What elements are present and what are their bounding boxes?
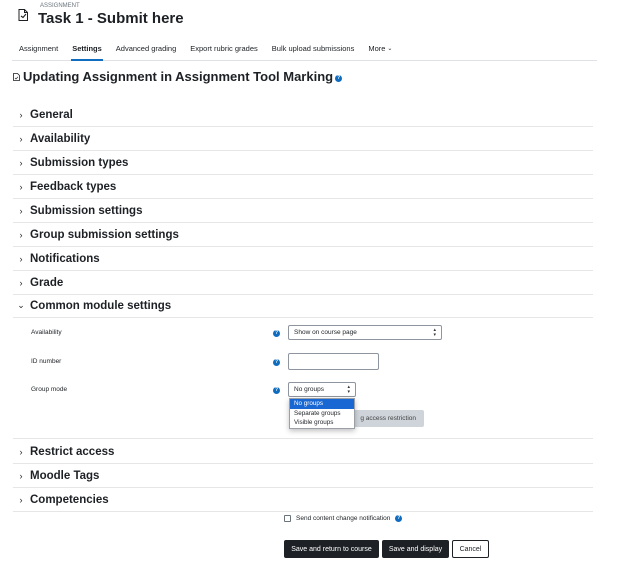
send-notification-checkbox[interactable] [284,515,291,522]
heading-text: Updating Assignment in Assignment Tool M… [23,69,334,84]
section-label: General [30,108,73,121]
chevron-right-icon: › [19,181,23,192]
group-mode-select-value: No groups [294,386,324,393]
chevron-right-icon: › [19,277,23,288]
section-label: Availability [30,132,91,145]
select-arrows-icon: ▴ ▾ [433,326,436,338]
help-icon[interactable]: ? [395,515,403,522]
select-arrows-icon: ▴ ▾ [347,383,350,395]
page: ASSIGNMENT Task 1 - Submit here Assignme… [0,0,640,583]
section-label: Notifications [30,252,100,265]
activity-type-label: ASSIGNMENT [40,3,80,9]
availability-select-value: Show on course page [294,329,357,336]
send-notification-label: Send content change notification [296,515,391,522]
section-submission-types[interactable]: › Submission types [13,151,593,175]
section-label: Moodle Tags [30,469,100,482]
chevron-down-icon: ⌄ [387,46,393,52]
section-label: Competencies [30,493,109,506]
dropdown-option[interactable]: No groups [290,399,354,409]
section-label: Feedback types [30,180,117,193]
id-number-input[interactable] [288,353,379,370]
section-divider [13,415,593,439]
section-restrict-access[interactable]: › Restrict access [13,440,593,464]
chevron-right-icon: › [19,470,23,481]
chevron-right-icon: › [19,109,23,120]
section-general[interactable]: › General [13,103,593,127]
section-label: Common module settings [30,299,172,312]
availability-select[interactable]: Show on course page ▴ ▾ [288,325,442,340]
section-grade[interactable]: › Grade [13,271,593,295]
section-submission-settings[interactable]: › Submission settings [13,199,593,223]
save-and-display-button[interactable]: Save and display [382,540,449,558]
help-icon[interactable]: ? [273,387,280,394]
section-notifications[interactable]: › Notifications [13,247,593,271]
section-common-module-settings[interactable]: ⌄ Common module settings [13,294,593,318]
id-number-label: ID number [31,358,62,365]
cancel-button[interactable]: Cancel [452,540,489,558]
page-title: Task 1 - Submit here [38,10,184,27]
section-label: Submission types [30,156,129,169]
section-moodle-tags[interactable]: › Moodle Tags [13,464,593,488]
help-icon[interactable]: ? [273,330,280,337]
chevron-right-icon: › [19,494,23,505]
section-label: Group submission settings [30,228,179,241]
section-competencies[interactable]: › Competencies [13,488,593,512]
secondary-navigation: Assignment Settings Advanced grading Exp… [12,37,597,61]
help-icon[interactable]: ? [335,74,343,82]
section-availability[interactable]: › Availability [13,127,593,151]
tab-export-rubric-grades[interactable]: Export rubric grades [183,37,265,60]
section-label: Grade [30,276,64,289]
section-label: Restrict access [30,445,115,458]
chevron-right-icon: › [19,229,23,240]
form-heading: Updating Assignment in Assignment Tool M… [13,69,343,84]
assignment-icon [18,9,28,21]
document-icon [13,72,20,81]
tab-settings[interactable]: Settings [65,37,109,61]
section-group-submission-settings[interactable]: › Group submission settings [13,223,593,247]
chevron-right-icon: › [19,446,23,457]
chevron-down-icon: ⌄ [17,300,25,310]
tab-bulk-upload-submissions[interactable]: Bulk upload submissions [265,37,362,60]
help-icon[interactable]: ? [273,359,280,366]
group-mode-select[interactable]: No groups ▴ ▾ [288,382,356,397]
section-feedback-types[interactable]: › Feedback types [13,175,593,199]
chevron-right-icon: › [19,157,23,168]
send-notification-row: Send content change notification ? [284,515,403,522]
tab-more-label: More [368,44,386,53]
chevron-right-icon: › [19,253,23,264]
section-label: Submission settings [30,204,143,217]
group-mode-label: Group mode [31,386,68,393]
save-and-return-button[interactable]: Save and return to course [284,540,379,558]
availability-label: Availability [31,329,62,336]
tab-advanced-grading[interactable]: Advanced grading [109,37,183,60]
tab-assignment[interactable]: Assignment [12,37,65,60]
chevron-right-icon: › [19,205,23,216]
chevron-right-icon: › [19,133,23,144]
tab-more[interactable]: More ⌄ [361,37,399,60]
